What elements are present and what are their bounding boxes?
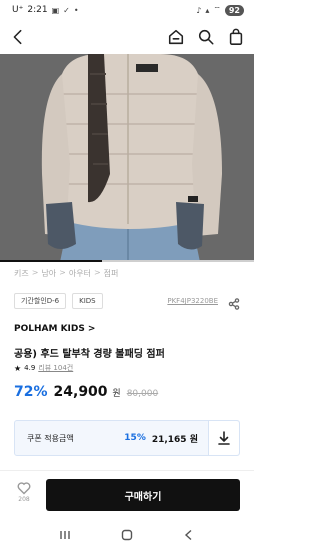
chevron-right-icon: > bbox=[87, 324, 96, 334]
like-count: 208 bbox=[18, 496, 30, 503]
coupon-box[interactable]: 쿠폰 적용금액 15% 21,165 원 bbox=[14, 420, 240, 456]
breadcrumb: 키즈 > 남아 > 아우터 > 점퍼 bbox=[14, 268, 118, 279]
original-price: 80,000 bbox=[126, 389, 159, 399]
brand-name: POLHAM KIDS bbox=[14, 324, 85, 334]
coupon-discount: 15% bbox=[124, 433, 146, 443]
recent-apps-icon[interactable] bbox=[57, 527, 73, 543]
sale-price: 24,900 원 bbox=[54, 384, 121, 400]
clock: 2:21 bbox=[27, 5, 48, 15]
price-unit: 원 bbox=[112, 389, 121, 399]
discount-rate: 72% bbox=[14, 384, 48, 400]
mute-icon: ♪ bbox=[196, 5, 202, 15]
product-name: 공용) 후드 탈부착 경량 볼패딩 점퍼 bbox=[14, 349, 165, 360]
bottom-action-bar: 208 구매하기 bbox=[0, 470, 254, 520]
dot-icon: • bbox=[73, 5, 79, 15]
heart-icon bbox=[17, 482, 31, 495]
like-button[interactable]: 208 bbox=[10, 481, 38, 511]
breadcrumb-item[interactable]: 키즈 bbox=[14, 268, 29, 279]
header-actions bbox=[166, 27, 246, 47]
coupon-label: 쿠폰 적용금액 bbox=[27, 433, 74, 443]
breadcrumb-separator: > bbox=[93, 268, 101, 277]
search-icon[interactable] bbox=[196, 27, 216, 47]
star-icon: ★ bbox=[14, 363, 22, 373]
battery-indicator: 92 bbox=[224, 4, 244, 16]
image-progress-fill bbox=[0, 260, 102, 262]
check-icon: ✓ bbox=[63, 5, 70, 15]
status-right: ♪ ▴ ⌔ 92 bbox=[196, 4, 244, 16]
breadcrumb-item[interactable]: 아우터 bbox=[69, 268, 91, 279]
image-progress-bar bbox=[0, 260, 254, 262]
product-code[interactable]: PKF4JP3220BE bbox=[167, 297, 218, 305]
sale-period-tag: 기간할인D-6 bbox=[14, 293, 67, 309]
breadcrumb-separator: > bbox=[31, 268, 39, 277]
app-header bbox=[0, 20, 254, 54]
download-icon bbox=[218, 431, 230, 445]
product-image[interactable] bbox=[0, 54, 254, 262]
home-button-icon[interactable] bbox=[119, 527, 135, 543]
price-row: 72% 24,900 원 80,000 bbox=[14, 384, 158, 400]
kids-tag: KIDS bbox=[72, 293, 103, 309]
share-icon[interactable] bbox=[228, 295, 240, 310]
coupon-price: 21,165 원 bbox=[152, 432, 198, 445]
back-arrow-icon[interactable] bbox=[8, 27, 28, 47]
buy-button[interactable]: 구매하기 bbox=[46, 479, 240, 511]
back-nav-icon[interactable] bbox=[181, 527, 197, 543]
rating-row: ★ 4.9 리뷰 104건 bbox=[14, 363, 73, 373]
system-nav-bar bbox=[0, 520, 254, 550]
review-link[interactable]: 리뷰 104건 bbox=[38, 363, 73, 373]
brand-link[interactable]: POLHAM KIDS > bbox=[14, 324, 95, 334]
wifi-icon: ⌔ bbox=[213, 5, 221, 14]
coupon-download-button[interactable] bbox=[209, 421, 239, 455]
rating-value: 4.9 bbox=[24, 364, 36, 372]
gallery-icon: ▣ bbox=[51, 5, 60, 15]
shopping-bag-icon[interactable] bbox=[226, 27, 246, 47]
home-icon[interactable] bbox=[166, 27, 186, 47]
status-left: U⁺ 2:21 ▣ ✓ • bbox=[12, 5, 79, 15]
tag-row: 기간할인D-6 KIDS PKF4JP3220BE bbox=[14, 292, 240, 310]
signal-icon: ▴ bbox=[205, 5, 210, 15]
coupon-price-value: 21,165 bbox=[151, 434, 187, 445]
breadcrumb-item[interactable]: 점퍼 bbox=[104, 268, 119, 279]
coupon-price-unit: 원 bbox=[189, 434, 198, 445]
sale-price-value: 24,900 bbox=[53, 384, 108, 400]
status-bar: U⁺ 2:21 ▣ ✓ • ♪ ▴ ⌔ 92 bbox=[0, 0, 254, 20]
product-photo bbox=[0, 54, 254, 262]
carrier-label: U⁺ bbox=[12, 5, 24, 15]
breadcrumb-separator: > bbox=[59, 268, 66, 277]
breadcrumb-item[interactable]: 남아 bbox=[41, 268, 56, 279]
